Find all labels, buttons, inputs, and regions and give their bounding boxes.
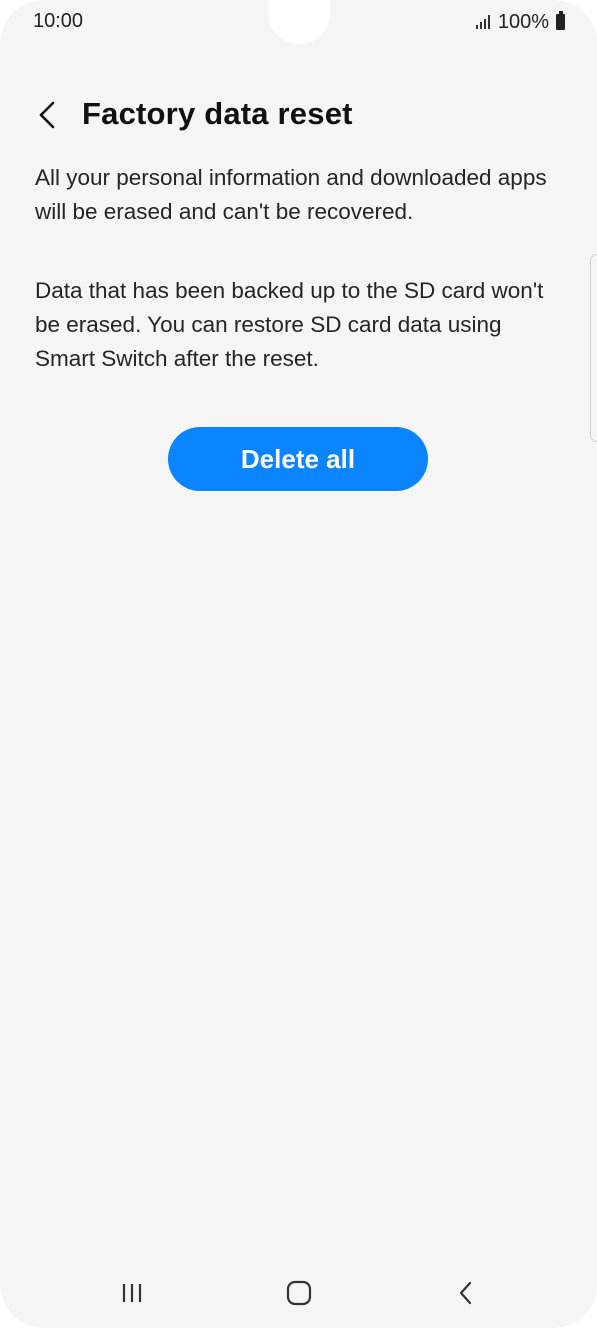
signal-icon: [475, 15, 490, 29]
recent-apps-button[interactable]: [102, 1270, 162, 1316]
erase-warning-text: All your personal information and downlo…: [35, 165, 547, 224]
page-title: Factory data reset: [82, 96, 353, 131]
back-icon: [459, 1281, 472, 1305]
delete-all-button[interactable]: Delete all: [168, 427, 428, 491]
battery-icon: [556, 11, 565, 30]
camera-notch: [268, 0, 330, 44]
recent-apps-icon: [122, 1284, 142, 1302]
back-button[interactable]: [30, 96, 64, 134]
status-indicators: 100%: [475, 10, 565, 34]
status-time: 10:00: [33, 10, 84, 32]
home-icon: [286, 1280, 312, 1306]
battery-percentage: 100%: [497, 10, 549, 33]
phone-screen: 10:00 100% Factory data reset All your p…: [0, 0, 597, 1328]
home-button[interactable]: [269, 1270, 329, 1316]
navigation-bar: [0, 1258, 597, 1328]
scroll-indicator[interactable]: [590, 254, 597, 442]
sd-card-info-text: Data that has been backed up to the SD c…: [35, 278, 544, 371]
chevron-left-icon: [39, 101, 55, 129]
nav-back-button[interactable]: [436, 1270, 496, 1316]
